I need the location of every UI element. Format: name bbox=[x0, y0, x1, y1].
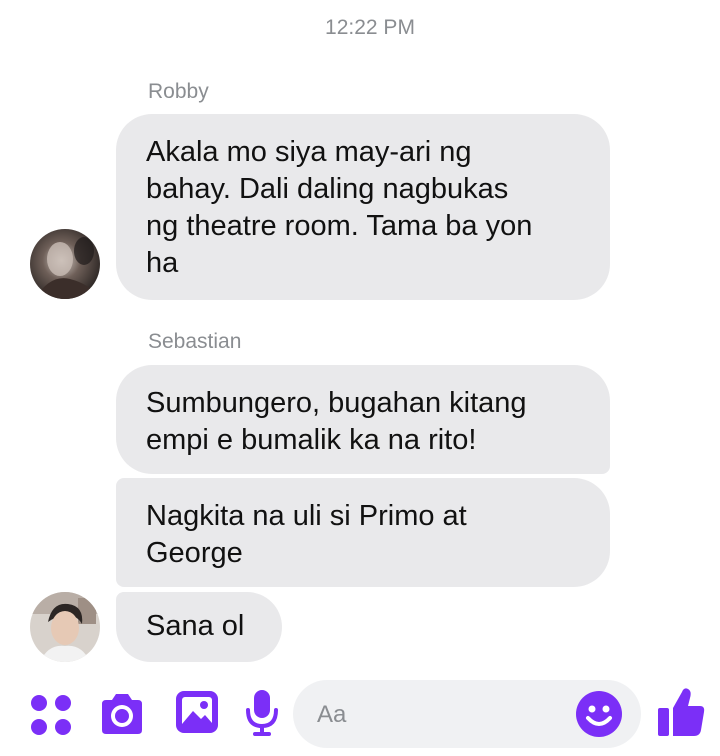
message-line: ha bbox=[146, 247, 179, 279]
more-apps-icon[interactable] bbox=[30, 694, 72, 736]
message-bubble[interactable]: Akala mo siya may-ari ng bahay. Dali dal… bbox=[116, 114, 610, 300]
avatar-robby[interactable] bbox=[30, 229, 100, 299]
message-line: Sumbungero, bugahan kitang bbox=[146, 387, 527, 419]
avatar-sebastian[interactable] bbox=[30, 592, 100, 662]
chat-screen: 12:22 PM Robby Akala mo siya may-ari ng … bbox=[0, 0, 720, 756]
message-line: Sana ol bbox=[146, 610, 245, 642]
message-line: bahay. Dali daling nagbukas bbox=[146, 173, 509, 205]
message-line: Nagkita na uli si Primo at bbox=[146, 500, 467, 532]
microphone-icon[interactable] bbox=[245, 688, 279, 738]
message-bubble[interactable]: Nagkita na uli si Primo at George bbox=[116, 478, 610, 587]
message-input[interactable] bbox=[315, 694, 569, 736]
gallery-icon[interactable] bbox=[175, 690, 219, 734]
thumbs-up-icon[interactable] bbox=[656, 686, 706, 738]
camera-icon[interactable] bbox=[98, 692, 146, 736]
sender-name-robby: Robby bbox=[148, 80, 209, 103]
message-input-container[interactable] bbox=[293, 680, 641, 748]
message-timestamp: 12:22 PM bbox=[325, 16, 415, 39]
message-composer bbox=[0, 672, 720, 756]
emoji-icon[interactable] bbox=[575, 690, 623, 738]
sender-name-sebastian: Sebastian bbox=[148, 330, 242, 353]
message-line: Akala mo siya may-ari ng bbox=[146, 136, 472, 168]
message-line: empi e bumalik ka na rito! bbox=[146, 424, 477, 456]
message-line: ng theatre room. Tama ba yon bbox=[146, 210, 533, 242]
message-bubble[interactable]: Sumbungero, bugahan kitang empi e bumali… bbox=[116, 365, 610, 474]
message-bubble[interactable]: Sana ol bbox=[116, 592, 282, 662]
message-line: George bbox=[146, 537, 243, 569]
avatar-image bbox=[30, 592, 100, 662]
avatar-image bbox=[30, 229, 100, 299]
